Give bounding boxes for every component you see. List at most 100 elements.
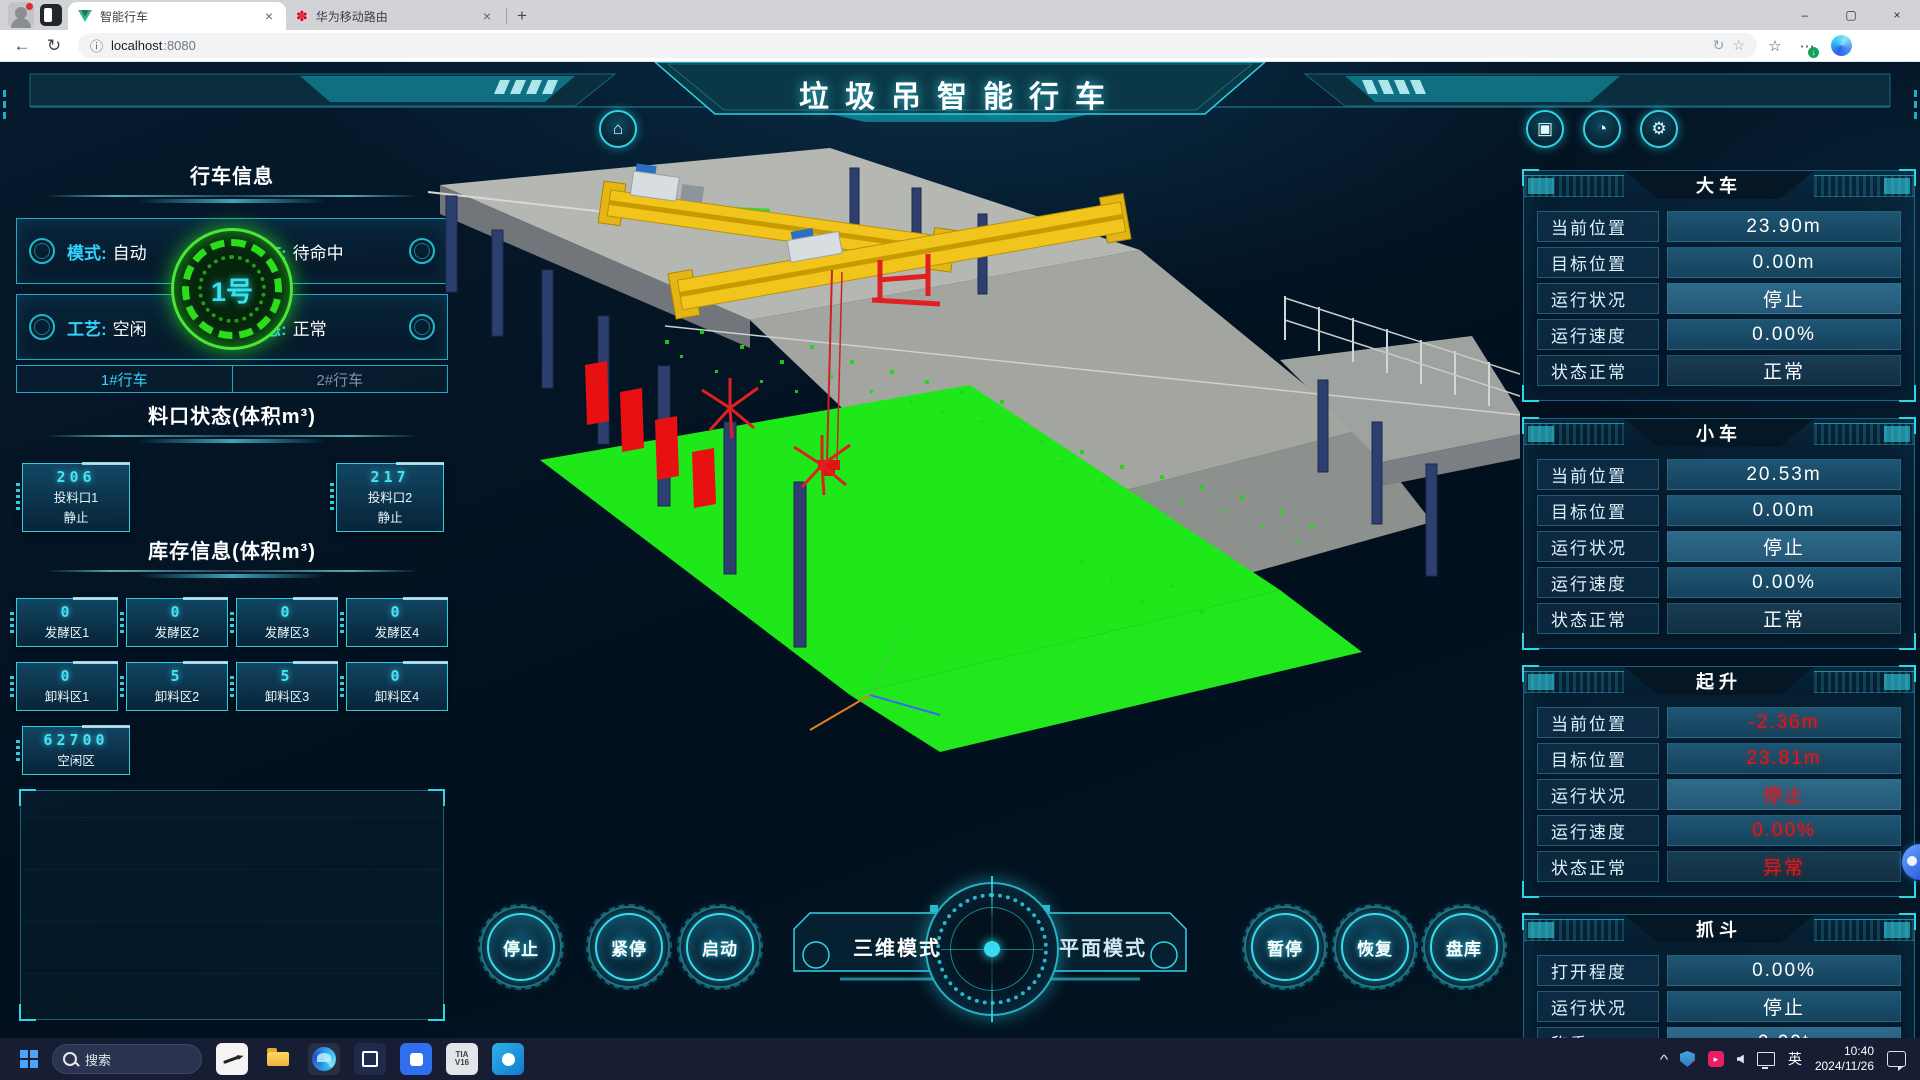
refresh-icon[interactable]: ↻ (40, 32, 68, 60)
unload-2-box: 5卸料区2 (126, 662, 228, 711)
row-label: 目标位置 (1537, 247, 1659, 278)
tray-magenta-app-icon[interactable]: ▸ (1708, 1051, 1724, 1067)
taskbar-app-dark[interactable] (354, 1043, 386, 1075)
row-label: 当前位置 (1537, 211, 1659, 242)
row-label: 打开程度 (1537, 955, 1659, 986)
row-value: 停止 (1667, 779, 1901, 810)
row-value: 停止 (1667, 283, 1901, 314)
start-button[interactable]: 启动 (679, 906, 761, 988)
view-3d-button[interactable]: ▣ (1526, 110, 1564, 148)
dial-center-dot (984, 941, 1000, 957)
desktop: 智能行车 × ✽ 华为移动路由 × + – ▢ × ← ↻ ⓘ localhos… (0, 0, 1920, 1080)
stocktake-button[interactable]: 盘库 (1423, 906, 1505, 988)
tab-smart-crane[interactable]: 智能行车 × (68, 2, 286, 30)
row-value: 正常 (1667, 355, 1901, 386)
resume-button[interactable]: 恢复 (1334, 906, 1416, 988)
profile-icon (15, 7, 27, 19)
mode-3d-button[interactable]: 三维模式 (812, 932, 982, 961)
unload-1-name: 卸料区1 (17, 686, 117, 705)
clock-icon: ◔ (1597, 119, 1607, 139)
workspaces-icon[interactable] (40, 4, 62, 26)
crane-number-gauge: 1号 (171, 228, 293, 350)
time: 10:40 (1815, 1044, 1874, 1059)
search-icon (63, 1052, 77, 1066)
page-tools-icon[interactable]: ↻ (1713, 37, 1725, 54)
row-label: 状态正常 (1537, 355, 1659, 386)
tray-chevron-up-icon[interactable]: ^ (1659, 1052, 1668, 1067)
url-port: :8080 (163, 38, 196, 53)
tab-close-icon[interactable]: × (480, 8, 494, 24)
app-icon (502, 1053, 515, 1066)
minimize-button[interactable]: – (1782, 0, 1828, 30)
tia-label-line2: V16 (455, 1059, 469, 1067)
volume-icon[interactable] (1737, 1055, 1744, 1064)
history-button[interactable]: ◔ (1583, 110, 1621, 148)
unload-3-name: 卸料区3 (237, 686, 337, 705)
taskbar-clock[interactable]: 10:40 2024/11/26 (1815, 1044, 1874, 1074)
tab-huawei-router[interactable]: ✽ 华为移动路由 × (286, 2, 504, 30)
tab-crane-1[interactable]: 1#行车 (17, 366, 232, 392)
restore-button[interactable]: ▢ (1828, 0, 1874, 30)
taskbar: 搜索 TIA V16 ^ × ▸ 英 10:40 2024/11/26 (0, 1038, 1920, 1080)
page-title: 垃圾吊智能行车 (0, 72, 1920, 116)
settings-button[interactable]: ⚙ (1640, 110, 1678, 148)
row-value: 停止 (1667, 531, 1901, 562)
site-info-icon[interactable]: ⓘ (90, 36, 103, 55)
tab-title: 智能行车 (100, 8, 254, 25)
pause-button[interactable]: 暂停 (1244, 906, 1326, 988)
vue-favicon-icon (78, 10, 92, 22)
panel-title: 起升 (1696, 668, 1742, 694)
network-icon[interactable] (1757, 1052, 1775, 1066)
huawei-favicon-icon: ✽ (296, 9, 308, 23)
title-underline (46, 432, 418, 444)
window-controls: – ▢ × (1782, 0, 1920, 30)
status-value: 正常 (293, 320, 327, 339)
ime-indicator[interactable]: 英 (1788, 1049, 1802, 1069)
profile-notification-dot (26, 3, 33, 10)
3d-scene-viewport[interactable] (380, 130, 1520, 920)
tab-separator (506, 8, 507, 24)
date: 2024/11/26 (1815, 1059, 1874, 1074)
feed-port-1-name: 投料口1 (23, 487, 129, 506)
feed-port-1-state: 静止 (23, 507, 129, 526)
favorites-bar-icon[interactable]: ☆ (1761, 32, 1789, 60)
favorite-star-icon[interactable]: ☆ (1732, 37, 1745, 54)
stop-button[interactable]: 停止 (480, 906, 562, 988)
row-label: 状态正常 (1537, 851, 1659, 882)
row-value: 23.90m (1667, 211, 1901, 242)
address-bar[interactable]: ⓘ localhost :8080 ↻ ☆ (78, 33, 1757, 58)
copilot-icon[interactable] (1831, 35, 1852, 56)
telemetry-panels: 大车 当前位置23.90m 目标位置0.00m 运行状况停止 运行速度0.00%… (1523, 170, 1915, 1038)
row-value: 停止 (1667, 991, 1901, 1022)
target-ring-icon (29, 314, 55, 340)
row-value: 0.00m (1667, 247, 1901, 278)
taskbar-app-teal[interactable] (492, 1043, 524, 1075)
tab-close-icon[interactable]: × (262, 8, 276, 24)
ferment-1-value: 0 (17, 603, 117, 621)
corner-bracket (428, 1004, 445, 1021)
ferment-1-name: 发酵区1 (17, 622, 117, 641)
browser-profile-button[interactable] (8, 2, 34, 28)
back-icon[interactable]: ← (8, 32, 36, 60)
row-label: 运行速度 (1537, 319, 1659, 350)
taskbar-search[interactable]: 搜索 (52, 1044, 202, 1074)
notification-center-icon[interactable] (1887, 1051, 1906, 1067)
security-shield-icon[interactable]: × (1680, 1051, 1695, 1067)
mode-2d-button[interactable]: 平面模式 (1018, 932, 1188, 961)
row-label: 当前位置 (1537, 459, 1659, 490)
taskbar-app-blue[interactable] (400, 1043, 432, 1075)
scada-page: 垃圾吊智能行车 ⌂ ▣ ◔ ⚙ 行车信息 模式:自动 动作:待命中 (0, 62, 1920, 1038)
taskbar-app-edge[interactable] (308, 1043, 340, 1075)
taskbar-app-tia-portal[interactable]: TIA V16 (446, 1043, 478, 1075)
row-value: 23.81m (1667, 743, 1901, 774)
settings-more-icon[interactable]: ⋯ ↓ (1793, 32, 1821, 60)
taskbar-app-file-explorer[interactable] (262, 1043, 294, 1075)
close-button[interactable]: × (1874, 0, 1920, 30)
row-value: 0.00m (1667, 495, 1901, 526)
corner-bracket (19, 1004, 36, 1021)
emergency-stop-button[interactable]: 紧停 (588, 906, 670, 988)
start-button-windows[interactable] (12, 1042, 46, 1076)
ferment-2-box: 0发酵区2 (126, 598, 228, 647)
taskbar-app-annotate[interactable] (216, 1043, 248, 1075)
new-tab-button[interactable]: + (509, 6, 535, 26)
